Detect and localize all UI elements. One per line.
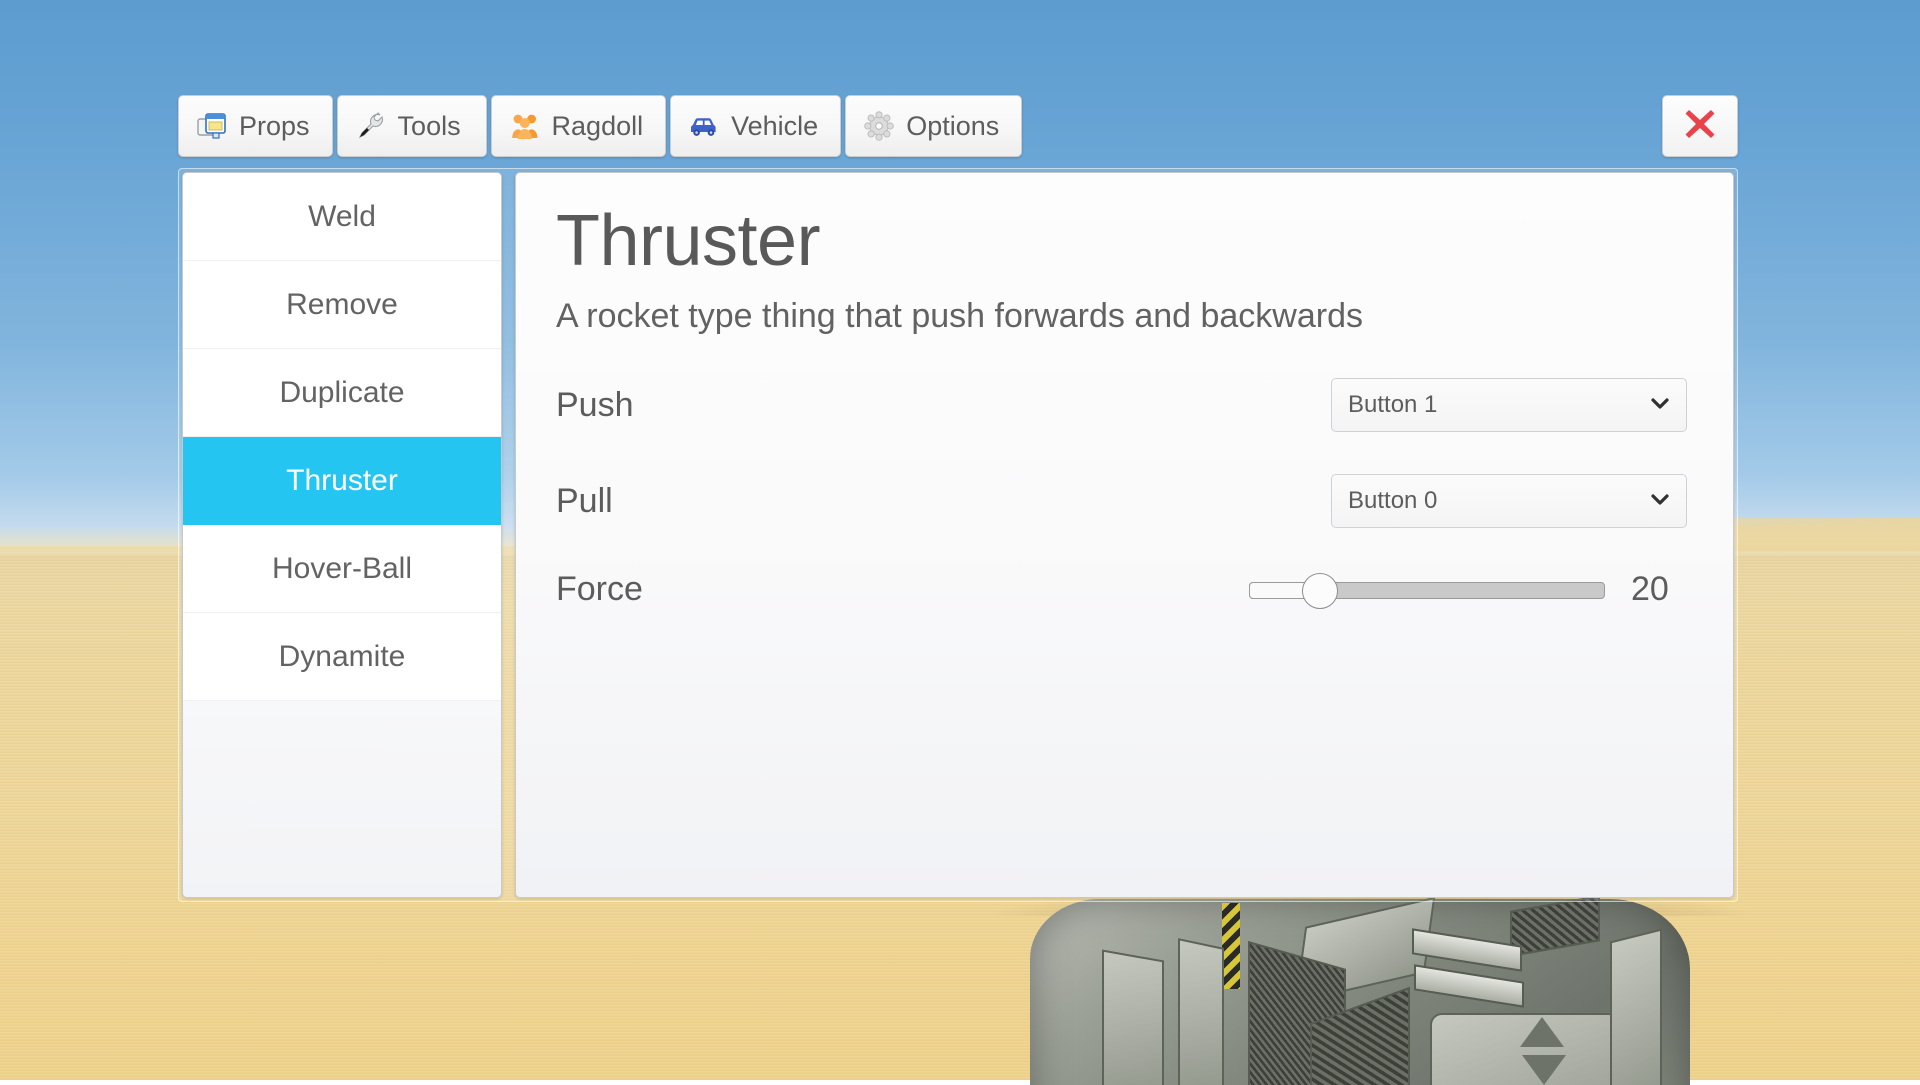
tab-vehicle[interactable]: Vehicle [670,95,841,157]
sidebar-item-remove[interactable]: Remove [183,261,501,349]
force-label: Force [556,570,643,609]
tab-bar: Props Tools Ra [178,95,1738,157]
tab-options[interactable]: Options [845,95,1022,157]
pull-binding-dropdown[interactable]: Button 0 [1331,474,1687,528]
page-description: A rocket type thing that push forwards a… [556,297,1687,336]
tool-list-sidebar: Weld Remove Duplicate Thruster Hover-Bal… [182,172,502,898]
force-slider-handle[interactable] [1302,573,1338,609]
tab-label: Tools [398,111,461,142]
push-control: Button 1 [1331,378,1687,432]
pull-control: Button 0 [1331,474,1687,528]
sidebar-item-label: Weld [308,200,376,234]
sandbox-menu: Props Tools Ra [178,95,1738,902]
menu-body: Weld Remove Duplicate Thruster Hover-Bal… [178,168,1738,902]
sidebar-item-label: Duplicate [279,376,404,410]
sidebar-item-label: Dynamite [279,640,406,674]
prop-hazard-stripe [1222,903,1240,989]
wrench-icon [356,111,386,141]
sidebar-item-label: Remove [286,288,398,322]
page-title: Thruster [556,205,1687,277]
sidebar-item-hover-ball[interactable]: Hover-Ball [183,525,501,613]
sidebar-item-thruster[interactable]: Thruster [183,437,501,525]
row-push: Push Button 1 [556,378,1687,432]
row-pull: Pull Button 0 [556,474,1687,528]
tab-label: Vehicle [731,111,818,142]
push-binding-dropdown[interactable]: Button 1 [1331,378,1687,432]
prop-panel [1610,929,1662,1085]
tab-props[interactable]: Props [178,95,333,157]
row-force: Force 20 [556,570,1687,609]
sidebar-item-label: Hover-Ball [272,552,412,586]
close-button[interactable] [1662,95,1738,157]
car-icon [689,111,719,141]
tab-label: Props [239,111,310,142]
props-window-icon [197,111,227,141]
prop-panel [1102,950,1164,1085]
pull-binding-value: Button 0 [1348,487,1648,515]
chevron-down-icon [1648,487,1672,516]
force-control: 20 [1249,570,1687,609]
tab-tools[interactable]: Tools [337,95,487,157]
prop-triangle-marking [1520,1017,1564,1047]
metal-prop-object [1010,895,1710,1085]
force-value: 20 [1631,570,1687,609]
push-binding-value: Button 1 [1348,391,1648,419]
tab-label: Options [906,111,999,142]
tab-ragdoll[interactable]: Ragdoll [491,95,667,157]
prop-panel [1178,938,1224,1085]
gear-icon [864,111,894,141]
sidebar-item-dynamite[interactable]: Dynamite [183,613,501,701]
prop-triangle-marking [1522,1055,1566,1085]
chevron-down-icon [1648,391,1672,420]
people-icon [510,111,540,141]
sidebar-item-duplicate[interactable]: Duplicate [183,349,501,437]
tab-label: Ragdoll [552,111,644,142]
sidebar-item-weld[interactable]: Weld [183,173,501,261]
push-label: Push [556,386,634,425]
tool-detail-panel: Thruster A rocket type thing that push f… [515,172,1734,898]
sidebar-item-label: Thruster [286,464,398,498]
pull-label: Pull [556,482,613,521]
force-slider[interactable] [1249,579,1605,601]
close-x-icon [1680,104,1720,149]
